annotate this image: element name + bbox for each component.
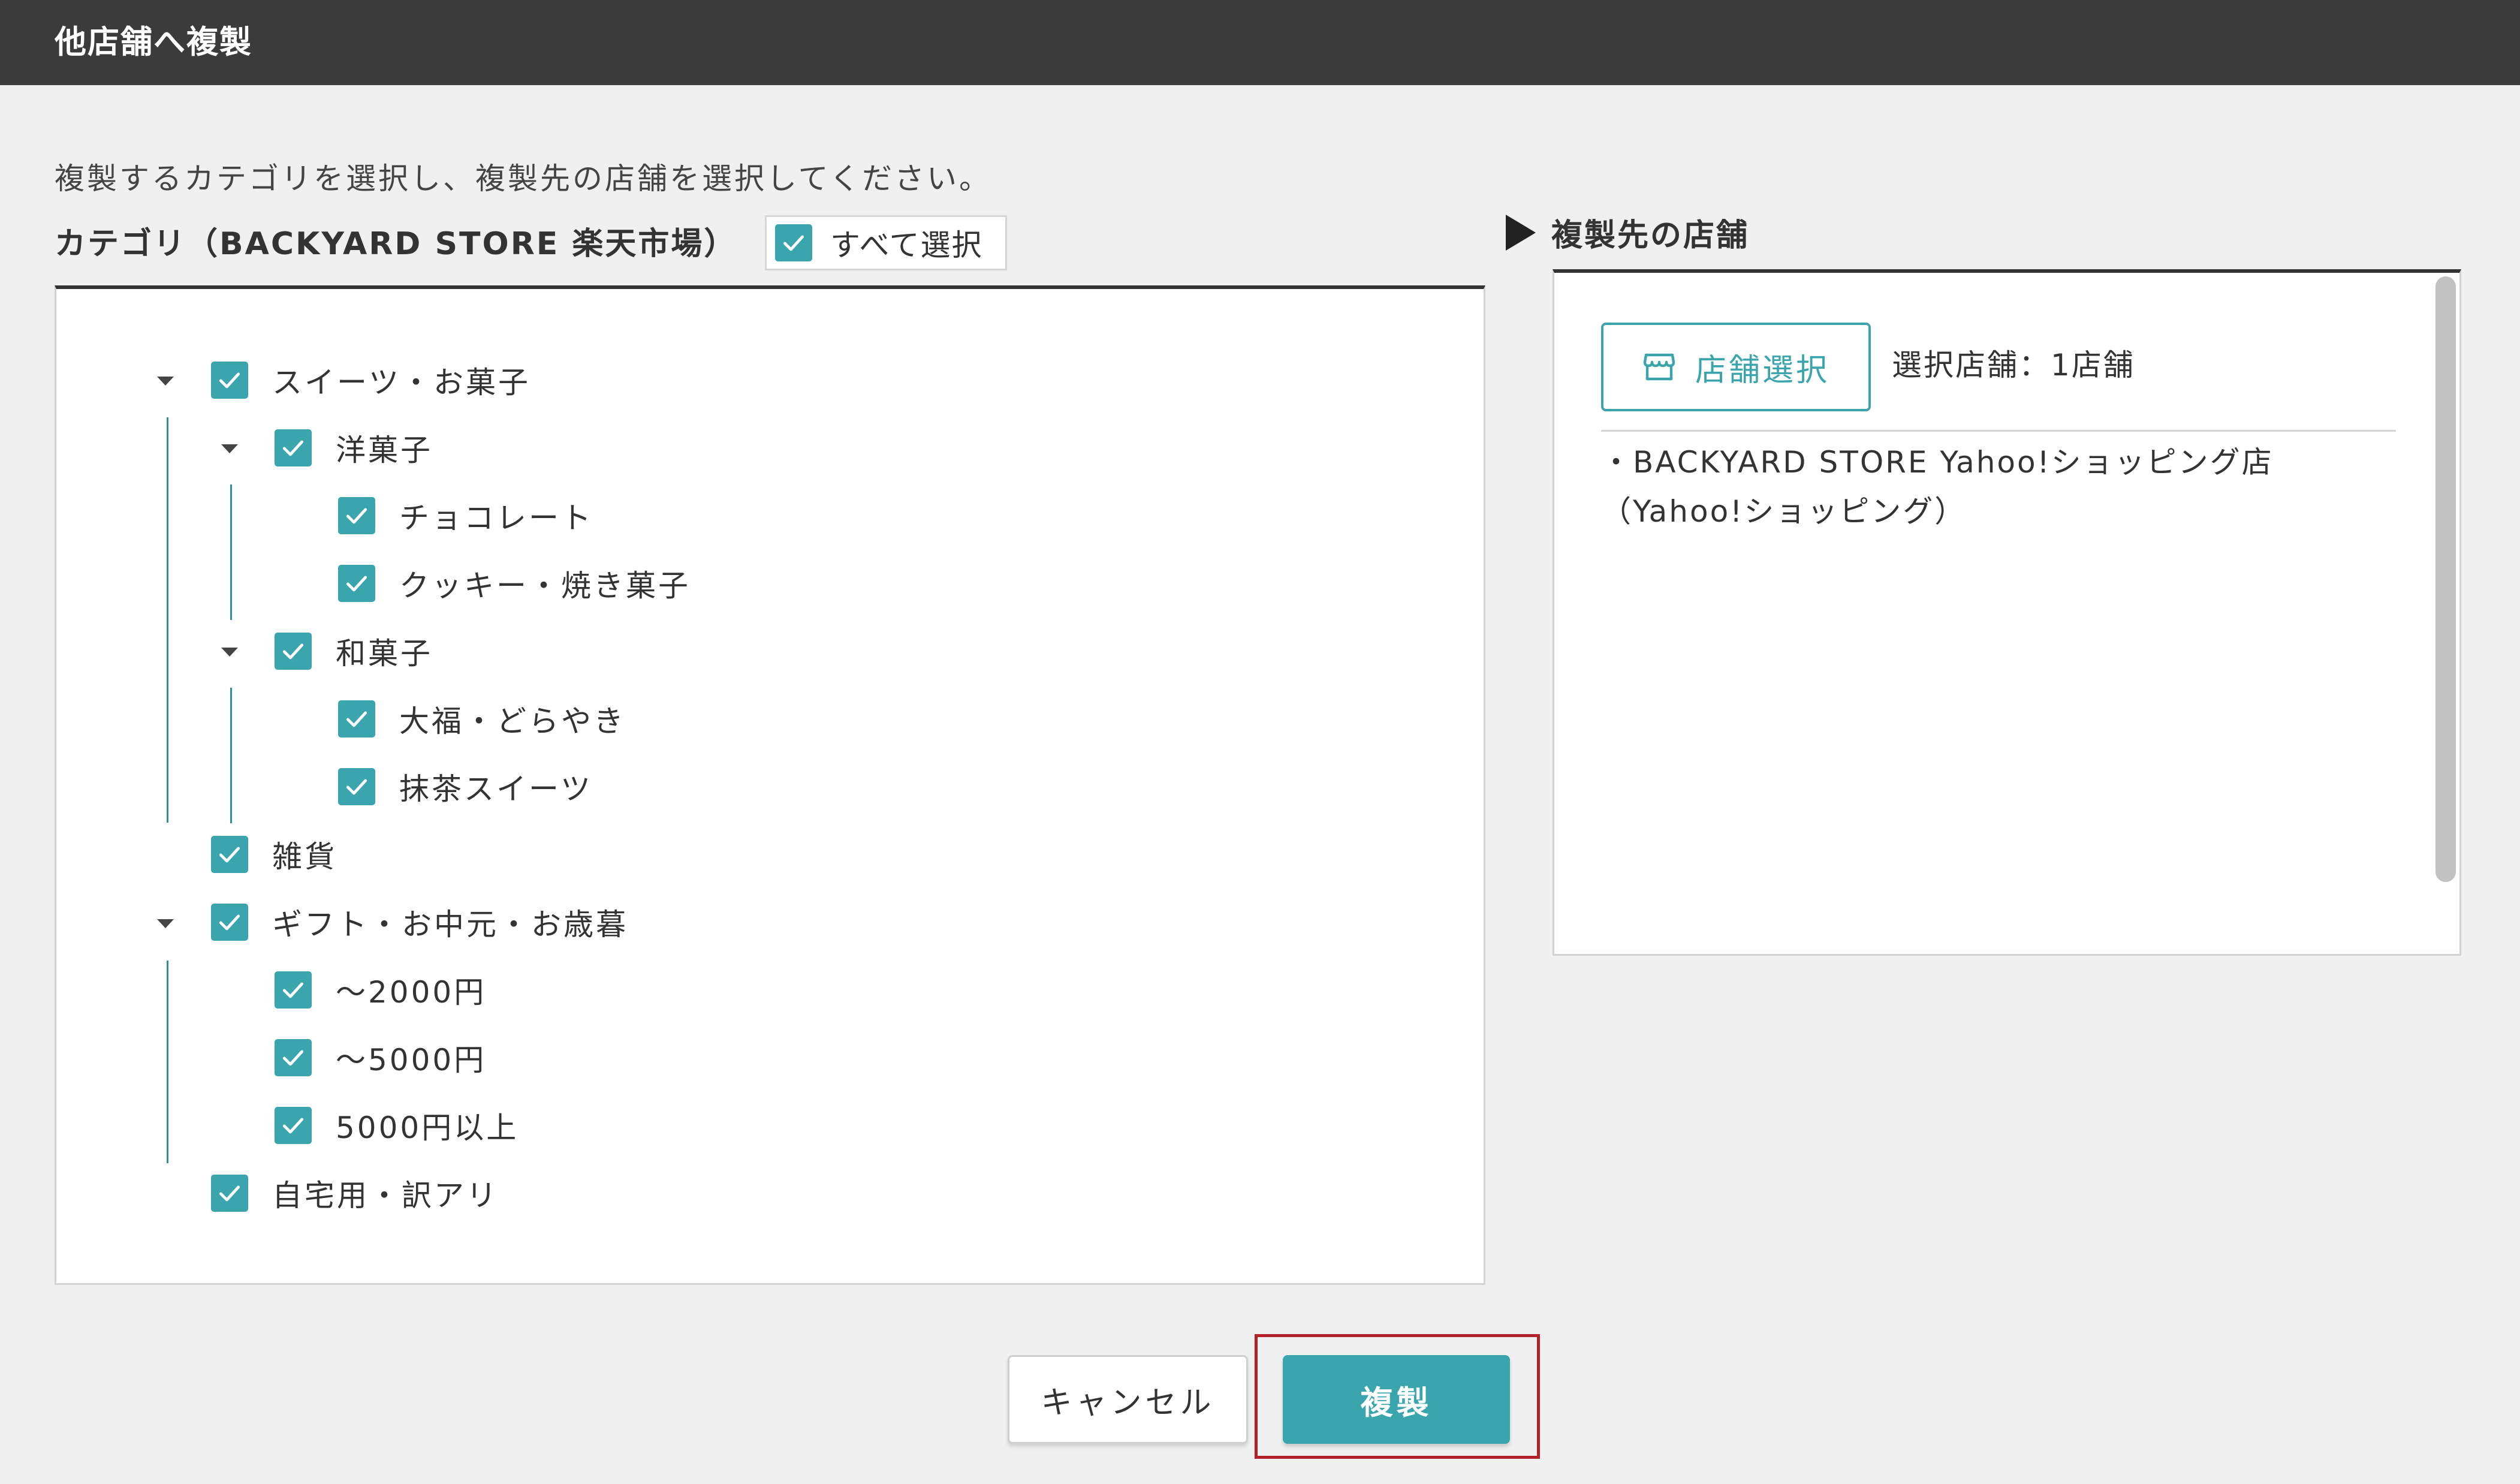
tree-item[interactable]: 5000円以上 [275,1104,519,1146]
checkbox-checked-icon[interactable] [275,1107,312,1144]
tree-item[interactable]: ～5000円 [275,1037,486,1079]
checkbox-checked-icon[interactable] [275,633,312,670]
tree-guide-line [167,417,168,823]
category-heading: カテゴリ（BACKYARD STORE 楽天市場） [55,226,737,262]
tree-item-label: ギフト・お中元・お歳暮 [272,907,628,942]
tree-item[interactable]: チョコレート [338,495,593,537]
tree-item[interactable]: 自宅用・訳アリ [211,1172,499,1214]
tree-item[interactable]: 雑貨 [211,833,337,875]
tree-item-label: 自宅用・訳アリ [272,1178,499,1213]
copy-button[interactable]: 複製 [1283,1355,1510,1444]
tree-item-label: 洋菓子 [336,433,433,468]
store-heading-label: 複製先の店舗 [1551,218,1750,254]
select-all-checkbox[interactable]: すべて選択 [765,215,1007,270]
tree-item[interactable]: ～2000円 [275,969,486,1011]
checkbox-checked-icon[interactable] [275,429,312,466]
checkbox-checked-icon[interactable] [211,836,248,873]
checkbox-checked-icon[interactable] [338,700,375,738]
checkbox-checked-icon[interactable] [211,1175,248,1212]
store-icon [1643,353,1675,381]
selected-store-item: ・BACKYARD STORE Yahoo!ショッピング店（Yahoo!ショッピ… [1601,445,2274,529]
triangle-right-icon [1506,214,1536,251]
tree-item[interactable]: 和菓子 [275,630,433,672]
checkbox-checked-icon [775,224,812,261]
tree-item-label: 雑貨 [272,839,337,874]
tree-item-label: 5000円以上 [336,1110,519,1145]
tree-item-label: 大福・どらやき [399,704,626,739]
select-all-label: すべて選択 [830,228,983,263]
category-tree-panel: スイーツ・お菓子 洋菓子 チョコレート クッキー・焼き菓子 和菓子 大福・どらや… [55,285,1485,1285]
checkbox-checked-icon[interactable] [211,362,248,399]
tree-guide-line [230,688,232,823]
store-select-label: 店舗選択 [1695,352,1829,389]
expand-caret-icon[interactable] [221,648,238,657]
tree-item-label: チョコレート [399,501,593,535]
tree-item[interactable]: 抹茶スイーツ [338,766,593,808]
tree-item[interactable]: ギフト・お中元・お歳暮 [211,901,628,943]
store-heading: 複製先の店舗 [1506,210,1749,255]
checkbox-checked-icon[interactable] [338,565,375,602]
tree-item-label: 抹茶スイーツ [399,772,593,806]
tree-item-label: 和菓子 [336,636,433,671]
tree-item-label: ～2000円 [336,975,487,1010]
tree-item-label: スイーツ・お菓子 [272,365,530,400]
tree-item[interactable]: 大福・どらやき [338,698,626,740]
dialog-title: 他店舗へ複製 [0,0,2520,85]
tree-item-label: クッキー・焼き菓子 [399,568,691,603]
tree-guide-line [230,484,232,620]
expand-caret-icon[interactable] [157,377,174,386]
tree-item-label: ～5000円 [336,1043,487,1077]
tree-item[interactable]: 洋菓子 [275,427,433,469]
checkbox-checked-icon[interactable] [338,768,375,805]
checkbox-checked-icon[interactable] [275,971,312,1009]
tree-guide-line [167,961,168,1163]
instruction-text: 複製するカテゴリを選択し、複製先の店舗を選択してください。 [55,161,991,196]
store-select-button[interactable]: 店舗選択 [1601,323,1871,411]
cancel-button[interactable]: キャンセル [1008,1355,1248,1444]
expand-caret-icon[interactable] [221,444,238,453]
tree-item[interactable]: クッキー・焼き菓子 [338,562,691,604]
scrollbar[interactable] [2435,276,2456,882]
checkbox-checked-icon[interactable] [275,1039,312,1076]
expand-caret-icon[interactable] [157,919,174,928]
tree-item[interactable]: スイーツ・お菓子 [211,359,530,401]
checkbox-checked-icon[interactable] [211,904,248,941]
selected-store-count: 選択店舗：1店舗 [1892,348,2135,383]
divider [1601,430,2396,432]
store-panel: 店舗選択 選択店舗：1店舗 ・BACKYARD STORE Yahoo!ショッピ… [1553,269,2461,956]
checkbox-checked-icon[interactable] [338,497,375,534]
